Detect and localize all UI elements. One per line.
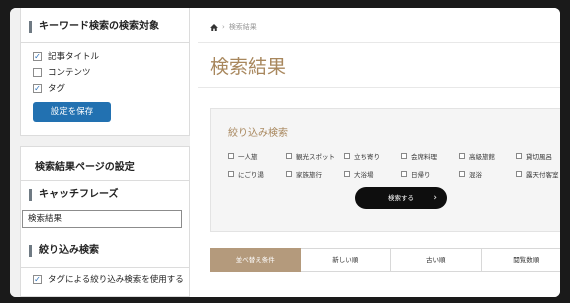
filter-search-box: 絞り込み検索 一人旅 観光スポット 立ち寄り 会席料理 高級旅館 貸切風呂 にご… — [210, 108, 560, 232]
tag-option[interactable]: 高級旅館 — [459, 151, 495, 161]
tag-checkbox[interactable] — [228, 153, 234, 159]
tag-checkbox[interactable] — [401, 171, 407, 177]
tag-option[interactable]: 混浴 — [459, 169, 482, 179]
tag-label: 露天付客室 — [526, 171, 559, 179]
divider — [21, 42, 189, 43]
catchphrase-input[interactable]: 検索結果 — [22, 210, 182, 228]
checkbox-tag[interactable]: ✓ — [33, 83, 42, 93]
catchphrase-heading: キャッチフレーズ — [29, 189, 119, 201]
option-label: 記事タイトル — [48, 52, 100, 62]
option-label: コンテンツ — [48, 68, 91, 78]
breadcrumb-separator-icon: › — [222, 23, 225, 31]
search-button[interactable]: 検索する › — [355, 187, 447, 209]
tag-option[interactable]: 会席料理 — [401, 151, 437, 161]
settings-sidebar: キーワード検索の検索対象 ✓ 記事タイトル コンテンツ ✓ タグ 設定を保存 検… — [10, 8, 190, 297]
breadcrumb: › 検索結果 — [210, 22, 257, 32]
tag-option[interactable]: 日帰り — [401, 169, 431, 179]
tag-option[interactable]: 観光スポット — [286, 151, 335, 161]
home-icon[interactable] — [210, 23, 218, 31]
sort-tab-criteria[interactable]: 並べ替え条件 — [210, 248, 301, 272]
tag-checkbox[interactable] — [286, 171, 292, 177]
tag-label: 貸切風呂 — [526, 153, 552, 161]
checkbox-content[interactable] — [33, 67, 42, 77]
tag-label: 高級旅館 — [469, 153, 495, 161]
save-settings-button[interactable]: 設定を保存 — [33, 102, 111, 122]
tag-checkbox[interactable] — [516, 171, 522, 177]
tag-label: 日帰り — [411, 171, 431, 179]
divider — [198, 42, 560, 43]
tag-checkbox[interactable] — [459, 153, 465, 159]
tag-checkbox[interactable] — [344, 171, 350, 177]
tag-checkbox[interactable] — [228, 171, 234, 177]
tag-label: 混浴 — [469, 171, 482, 179]
tag-option[interactable]: 大浴場 — [344, 169, 374, 179]
tag-label: 家族旅行 — [296, 171, 322, 179]
option-label: タグ — [48, 84, 66, 94]
tag-checkbox[interactable] — [286, 153, 292, 159]
tag-option[interactable]: 貸切風呂 — [516, 151, 552, 161]
search-target-heading: キーワード検索の検索対象 — [29, 21, 159, 33]
screenshot-frame: キーワード検索の検索対象 ✓ 記事タイトル コンテンツ ✓ タグ 設定を保存 検… — [10, 8, 560, 297]
results-page-heading: 検索結果ページの設定 — [35, 162, 135, 173]
tag-checkbox[interactable] — [459, 171, 465, 177]
tag-label: 一人旅 — [238, 153, 258, 161]
tag-checkbox[interactable] — [344, 153, 350, 159]
divider — [198, 87, 560, 88]
page-title: 検索結果 — [210, 56, 287, 78]
tag-option[interactable]: 一人旅 — [228, 151, 258, 161]
breadcrumb-current[interactable]: 検索結果 — [229, 22, 257, 32]
divider — [21, 267, 189, 268]
option-article-title[interactable]: ✓ 記事タイトル — [33, 50, 99, 62]
filter-title: 絞り込み検索 — [228, 128, 288, 139]
checkbox-article-title[interactable]: ✓ — [33, 51, 42, 61]
checkbox-tag-filter[interactable]: ✓ — [33, 274, 42, 284]
tag-label: 立ち寄り — [354, 153, 380, 161]
results-page-header: 検索結果ページの設定 — [21, 147, 189, 181]
tag-checkbox[interactable] — [401, 153, 407, 159]
tag-option[interactable]: 立ち寄り — [344, 151, 380, 161]
option-tag[interactable]: ✓ タグ — [33, 82, 65, 94]
tag-option[interactable]: 家族旅行 — [286, 169, 322, 179]
chevron-right-icon: › — [433, 193, 437, 203]
sort-bar: 並べ替え条件 新しい順 古い順 閲覧数順 — [210, 248, 560, 272]
sort-tab-oldest[interactable]: 古い順 — [391, 248, 482, 272]
tag-option[interactable]: にごり湯 — [228, 169, 264, 179]
tag-label: 観光スポット — [296, 153, 335, 161]
tag-label: にごり湯 — [238, 171, 264, 179]
tag-checkbox[interactable] — [516, 153, 522, 159]
search-button-label: 検索する — [388, 194, 414, 202]
option-content[interactable]: コンテンツ — [33, 66, 91, 78]
filter-heading: 絞り込み検索 — [29, 245, 99, 257]
option-tag-filter[interactable]: ✓ タグによる絞り込み検索を使用する — [33, 273, 184, 285]
sort-tab-views[interactable]: 閲覧数順 — [481, 248, 560, 272]
tag-option[interactable]: 露天付客室 — [516, 169, 559, 179]
tag-label: 会席料理 — [411, 153, 437, 161]
tag-label: 大浴場 — [354, 171, 374, 179]
option-label: タグによる絞り込み検索を使用する — [48, 275, 184, 285]
preview-pane: › 検索結果 検索結果 絞り込み検索 一人旅 観光スポット 立ち寄り 会席料理 … — [198, 8, 560, 297]
sort-tab-newest[interactable]: 新しい順 — [300, 248, 392, 272]
search-target-panel: キーワード検索の検索対象 ✓ 記事タイトル コンテンツ ✓ タグ 設定を保存 — [20, 8, 190, 136]
